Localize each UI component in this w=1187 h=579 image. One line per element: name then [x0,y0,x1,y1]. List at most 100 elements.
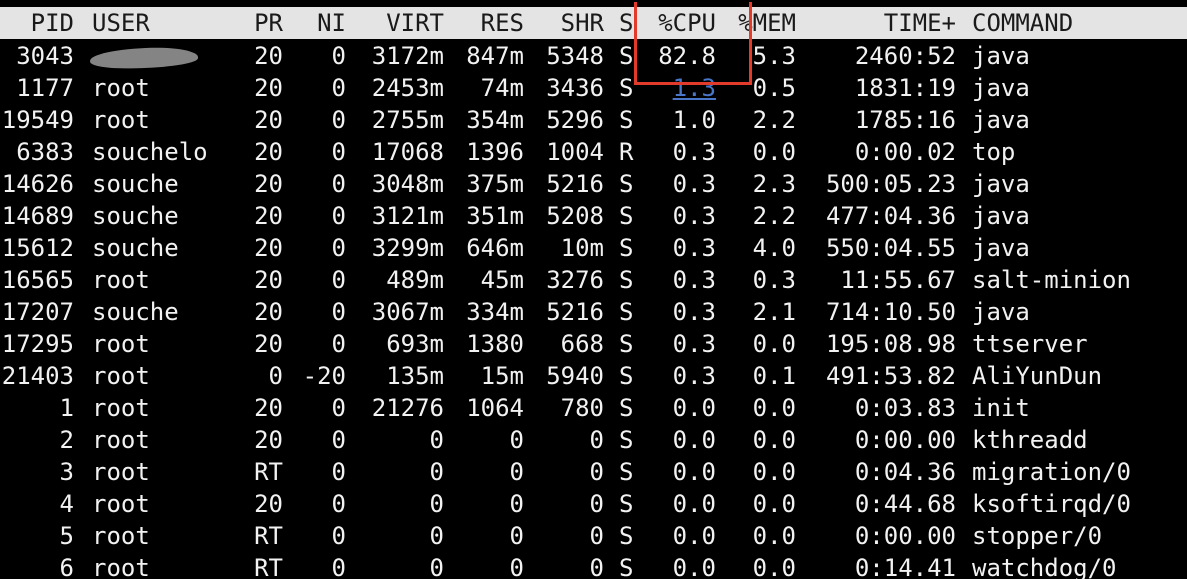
cpu-cell: 0.0 [672,490,716,518]
pr-cell: 20 [254,170,283,198]
virt-cell: 3067m [371,298,444,326]
res-cell: 0 [509,522,524,550]
shr-cell: 0 [589,522,604,550]
command-cell: migration/0 [972,458,1131,486]
ni-cell: 0 [331,458,346,486]
pr-cell: 20 [254,74,283,102]
pr-cell: 20 [254,490,283,518]
user-cell: root [92,522,150,550]
time-cell: 11:55.67 [840,266,956,294]
header-command: COMMAND [972,9,1074,37]
user-cell: souche [92,170,179,198]
pid-cell: 15612 [1,234,74,262]
pid-cell: 6 [59,554,74,579]
pr-cell: 20 [254,138,283,166]
header-shr: SHR [560,9,604,37]
pid-cell: 5 [59,522,74,550]
cpu-cell: 0.3 [672,266,716,294]
virt-cell: 3299m [371,234,444,262]
mem-cell: 0.0 [752,330,796,358]
user-cell: souche [92,298,179,326]
state-cell: S [619,266,634,294]
command-cell: top [972,138,1016,166]
state-cell: S [619,426,634,454]
process-row: 1177 root 20 0 2453m 74m 3436 S 1.3 0.5 1831:19 jav… [0,72,1187,104]
process-row: 17207 souche 20 0 3067m 334m 5216 S 0.3 2.1 714:10… [0,296,1187,328]
time-cell: 0:00.00 [854,522,956,550]
mem-cell: 4.0 [752,234,796,262]
time-cell: 0:03.83 [854,394,956,422]
cpu-cell: 0.3 [672,170,716,198]
cpu-cell: 0.0 [672,522,716,550]
process-row: 19549 root 20 0 2755m 354m 5296 S 1.0 2.2 1785:16 j… [0,104,1187,136]
mem-cell: 0.3 [752,266,796,294]
user-cell: souchelo [92,138,208,166]
header-res: RES [480,9,524,37]
res-cell: 351m [466,202,524,230]
virt-cell: 17068 [371,138,444,166]
shr-cell: 3436 [546,74,604,102]
cpu-cell: 0.0 [672,394,716,422]
pid-cell: 14689 [1,202,74,230]
process-row: 5 root RT 0 0 0 0 S 0.0 0.0 0:00.00 stopper/0 [0,520,1187,552]
pid-cell: 6383 [16,138,74,166]
res-cell: 334m [466,298,524,326]
state-cell: S [619,42,634,70]
shr-cell: 668 [560,330,604,358]
time-cell: 0:44.68 [854,490,956,518]
command-cell: java [972,234,1030,262]
virt-cell: 0 [429,490,444,518]
process-row: 14626 souche 20 0 3048m 375m 5216 S 0.3 2.3 500:05… [0,168,1187,200]
pr-cell: 20 [254,330,283,358]
pid-cell: 2 [59,426,74,454]
header-cpu: %CPU [658,9,716,37]
shr-cell: 0 [589,490,604,518]
pid-cell: 19549 [1,106,74,134]
command-cell: java [972,74,1030,102]
mem-cell: 0.0 [752,138,796,166]
cpu-cell: 0.3 [672,330,716,358]
virt-cell: 0 [429,426,444,454]
cpu-cell: 0.3 [672,138,716,166]
process-row: 17295 root 20 0 693m 1380 668 S 0.3 0.0 195:08.98 t… [0,328,1187,360]
time-cell: 1831:19 [854,74,956,102]
header-pid: PID [30,9,74,37]
shr-cell: 5208 [546,202,604,230]
ni-cell: 0 [331,234,346,262]
ni-cell: 0 [331,522,346,550]
process-row: 1 root 20 0 21276 1064 780 S 0.0 0.0 0:03.83 init [0,392,1187,424]
time-cell: 1785:16 [854,106,956,134]
pid-cell: 1177 [16,74,74,102]
mem-cell: 0.0 [752,554,796,579]
virt-cell: 489m [386,266,444,294]
virt-cell: 3172m [371,42,444,70]
ni-cell: 0 [331,426,346,454]
command-cell: java [972,170,1030,198]
state-cell: S [619,490,634,518]
time-cell: 500:05.23 [825,170,956,198]
ni-cell: 0 [331,42,346,70]
user-cell: souche [92,234,179,262]
time-cell: 550:04.55 [825,234,956,262]
res-cell: 354m [466,106,524,134]
virt-cell: 693m [386,330,444,358]
command-cell: java [972,298,1030,326]
mem-cell: 2.2 [752,202,796,230]
ni-cell: 0 [331,394,346,422]
state-cell: S [619,234,634,262]
cpu-cell: 0.3 [672,234,716,262]
res-cell: 0 [509,554,524,579]
shr-cell: 5348 [546,42,604,70]
state-cell: S [619,458,634,486]
virt-cell: 3048m [371,170,444,198]
process-row: 16565 root 20 0 489m 45m 3276 S 0.3 0.3 11:55.67 sa… [0,264,1187,296]
pr-cell: RT [254,458,283,486]
virt-cell: 0 [429,522,444,550]
time-cell: 714:10.50 [825,298,956,326]
pr-cell: 20 [254,394,283,422]
res-cell: 1380 [466,330,524,358]
res-cell: 847m [466,42,524,70]
user-cell: root [92,554,150,579]
virt-cell: 21276 [371,394,444,422]
cpu-cell: 1.0 [672,106,716,134]
